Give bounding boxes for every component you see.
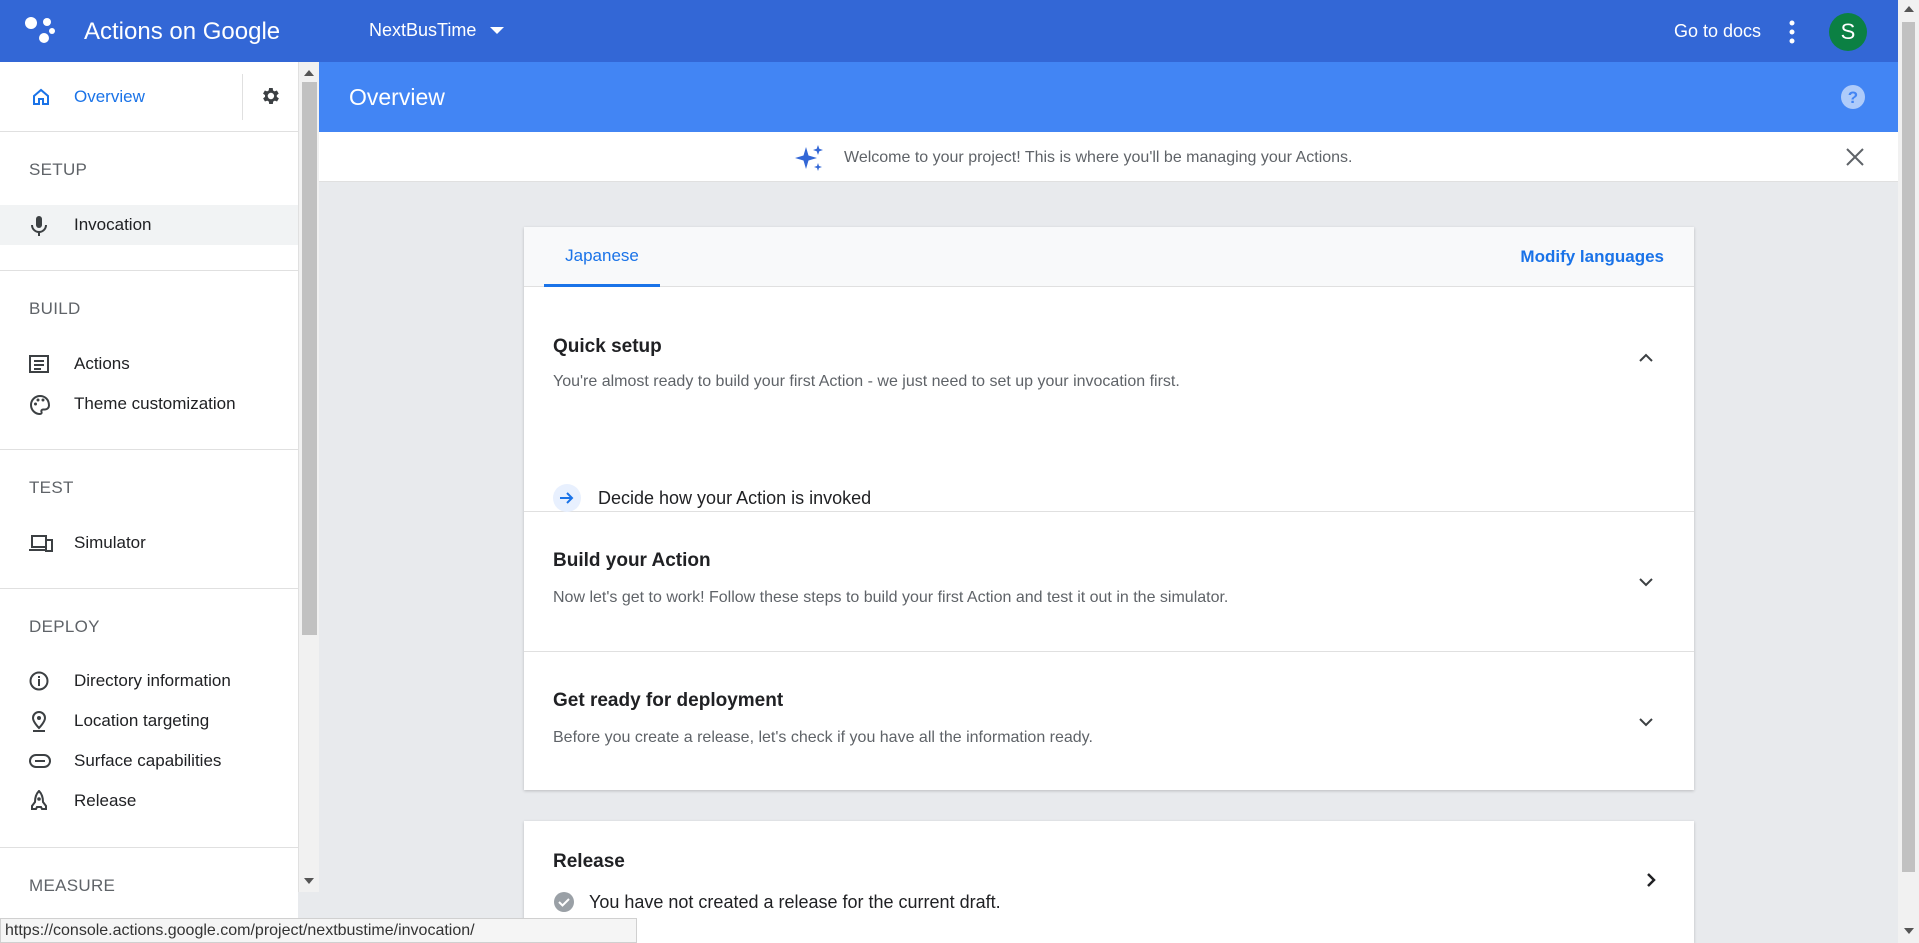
more-vert-icon[interactable] [1784,18,1800,46]
panel-title: Get ready for deployment [553,690,784,711]
divider [0,270,298,271]
modify-languages-link[interactable]: Modify languages [1520,247,1664,267]
section-measure: MEASURE [29,876,116,895]
chevron-down-icon[interactable] [1637,575,1655,589]
language-tabs: Japanese Modify languages [524,227,1694,287]
avatar[interactable]: S [1829,13,1867,51]
sidebar-item-surface-capabilities[interactable]: Surface capabilities [0,741,298,781]
section-build: BUILD [29,299,81,318]
setup-card: Japanese Modify languages Quick setup Yo… [524,227,1694,790]
build-panel[interactable]: Build your Action Now let's get to work!… [524,512,1694,652]
info-icon [29,671,49,691]
dropdown-caret-icon [490,27,505,34]
release-title: Release [553,851,625,872]
divider [0,449,298,450]
help-icon[interactable]: ? [1840,84,1866,110]
sidebar-item-release[interactable]: Release [0,781,298,821]
surface-icon [29,754,51,768]
sidebar-item-label: Overview [74,87,145,106]
assistant-logo-icon [25,17,55,43]
check-circle-icon [554,892,574,912]
top-app-bar: Actions on Google NextBusTime Go to docs… [0,0,1898,62]
sidebar-scrollbar[interactable] [298,62,319,892]
release-card[interactable]: Release You have not created a release f… [524,821,1694,943]
divider [242,74,243,120]
sidebar-item-directory-information[interactable]: Directory information [0,661,298,701]
app-title: Actions on Google [84,18,281,45]
page-header [319,62,1898,132]
svg-text:?: ? [1848,88,1858,107]
sidebar-item-overview[interactable]: Overview [0,62,242,132]
palette-icon [30,394,51,416]
scroll-thumb[interactable] [302,82,317,635]
deployment-panel[interactable]: Get ready for deployment Before you crea… [524,652,1694,790]
sidebar-item-theme-customization[interactable]: Theme customization [0,384,298,424]
step-label: Decide how your Action is invoked [598,487,872,508]
divider [0,847,298,848]
sidebar-item-label: Location targeting [74,711,210,730]
sidebar-item-invocation[interactable]: Invocation [0,205,298,245]
page-scrollbar[interactable] [1898,0,1919,943]
location-pin-icon [31,710,47,732]
sidebar: Overview SETUP Invocation BUILD Actions [0,62,298,943]
sidebar-item-label: Release [74,791,137,810]
sidebar-item-location-targeting[interactable]: Location targeting [0,701,298,741]
scroll-down-icon[interactable] [304,878,314,884]
chevron-down-icon[interactable] [1637,715,1655,729]
arrow-forward-icon [553,484,581,512]
panel-title: Build your Action [553,550,711,571]
sidebar-header: Overview [0,62,298,132]
status-bar-url: https://console.actions.google.com/proje… [0,918,637,943]
sidebar-item-label: Surface capabilities [74,751,222,770]
tab-japanese[interactable]: Japanese [544,227,660,287]
close-icon[interactable] [1845,147,1865,167]
sidebar-item-actions[interactable]: Actions [0,344,298,384]
list-icon [29,355,49,373]
section-test: TEST [29,478,74,497]
chevron-right-icon[interactable] [1644,871,1658,889]
section-deploy: DEPLOY [29,617,100,636]
page-title: Overview [349,84,445,110]
gear-icon[interactable] [259,85,281,107]
chevron-up-icon[interactable] [1637,350,1655,364]
panel-description: Before you create a release, let's check… [553,729,1093,746]
welcome-message: Welcome to your project! This is where y… [844,149,1353,166]
devices-icon [29,535,53,552]
scroll-up-icon[interactable] [304,70,314,76]
panel-description: You're almost ready to build your first … [553,373,1180,390]
sidebar-item-label: Invocation [74,215,152,234]
project-name: NextBusTime [369,20,477,40]
sidebar-item-label: Simulator [74,533,146,552]
sidebar-item-label: Theme customization [74,394,236,413]
sidebar-item-label: Directory information [74,671,231,690]
sidebar-item-label: Actions [74,354,130,373]
scroll-thumb[interactable] [1902,22,1915,872]
go-to-docs-link[interactable]: Go to docs [1674,21,1761,42]
sparkle-icon [795,145,823,171]
project-selector[interactable]: NextBusTime [369,20,505,41]
invocation-step-link[interactable]: Decide how your Action is invoked [553,484,871,512]
scroll-down-icon[interactable] [1904,928,1914,934]
sidebar-item-simulator[interactable]: Simulator [0,523,298,563]
mic-icon [31,216,47,236]
section-setup: SETUP [29,160,88,179]
rocket-icon [31,790,47,810]
panel-description: Now let's get to work! Follow these step… [553,589,1229,606]
quick-setup-panel: Quick setup You're almost ready to build… [524,287,1694,512]
release-status-text: You have not created a release for the c… [589,891,1001,912]
panel-title: Quick setup [553,336,662,357]
home-icon [33,88,49,105]
divider [0,588,298,589]
release-status: You have not created a release for the c… [553,891,1001,913]
scroll-up-icon[interactable] [1904,6,1914,12]
